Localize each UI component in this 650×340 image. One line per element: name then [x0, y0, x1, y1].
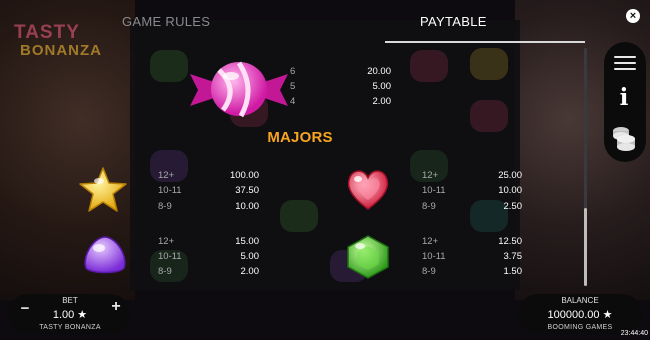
section-title-majors: MAJORS: [267, 129, 333, 146]
ghost-candy: [280, 200, 318, 232]
purple-count-2: 10-11: [158, 251, 182, 262]
star-payout-3: 10.00: [235, 201, 259, 212]
star-count-2: 10-11: [158, 185, 182, 196]
close-button[interactable]: ×: [626, 9, 640, 23]
purple-count-3: 8-9: [158, 266, 172, 277]
info-icon[interactable]: i: [616, 86, 632, 110]
green-count-3: 8-9: [422, 266, 436, 277]
candy-count-2: 5: [290, 81, 296, 92]
ghost-candy: [470, 100, 508, 132]
green-payout-3: 1.50: [503, 266, 523, 277]
candy-payout-2: 5.00: [372, 81, 392, 92]
purple-gumdrop-candy-icon: [84, 236, 126, 274]
tab-paytable[interactable]: PAYTABLE: [420, 14, 487, 29]
green-payout-2: 3.75: [503, 251, 523, 262]
heart-payout-2: 10.00: [498, 185, 522, 196]
heart-count-1: 12+: [422, 170, 439, 181]
heart-count-2: 10-11: [422, 185, 446, 196]
red-heart-candy-icon: [347, 170, 389, 210]
candy-count-1: 6: [290, 66, 296, 77]
increase-bet-button[interactable]: +: [109, 299, 123, 315]
ghost-candy: [410, 50, 448, 82]
heart-payout-1: 25.00: [498, 170, 522, 181]
heart-payout-3: 2.50: [503, 201, 523, 212]
purple-payout-3: 2.00: [240, 266, 260, 277]
green-hexagon-candy-icon: [347, 235, 389, 279]
green-count-1: 12+: [422, 236, 439, 247]
bet-label: BET: [62, 296, 78, 305]
bet-value: 1.00 ★: [52, 309, 88, 321]
hamburger-menu-icon[interactable]: [614, 56, 636, 70]
balance-value: 100000.00 ★: [547, 309, 613, 321]
logo-line-2: BONANZA: [20, 42, 102, 59]
star-payout-2: 37.50: [235, 185, 259, 196]
yellow-star-candy-icon: [79, 167, 127, 212]
purple-payout-2: 5.00: [240, 251, 260, 262]
scrollbar-thumb[interactable]: [584, 208, 587, 286]
purple-count-1: 12+: [158, 236, 175, 247]
green-count-2: 10-11: [422, 251, 446, 262]
candy-payout-3: 2.00: [372, 96, 392, 107]
purple-payout-1: 15.00: [235, 236, 259, 247]
clock: 23:44:40: [620, 330, 648, 337]
star-count-3: 8-9: [158, 201, 172, 212]
ghost-candy: [470, 48, 508, 80]
active-tab-underline: [385, 41, 585, 43]
heart-count-3: 8-9: [422, 201, 436, 212]
pink-wrapped-candy-icon: [190, 61, 288, 118]
coin-stack-icon[interactable]: [612, 124, 638, 152]
game-name: TASTY BONANZA: [39, 324, 101, 331]
star-count-1: 12+: [158, 170, 175, 181]
tab-game-rules[interactable]: GAME RULES: [122, 14, 210, 29]
paytable-scrollbar[interactable]: [584, 48, 587, 286]
green-payout-1: 12.50: [498, 236, 522, 247]
decrease-bet-button[interactable]: −: [18, 301, 32, 316]
help-tabs: GAME RULES PAYTABLE: [0, 0, 650, 44]
candy-count-3: 4: [290, 96, 296, 107]
ghost-candy: [150, 50, 188, 82]
balance-label: BALANCE: [561, 296, 599, 305]
candy-payout-1: 20.00: [367, 66, 391, 77]
star-payout-1: 100.00: [229, 170, 259, 181]
